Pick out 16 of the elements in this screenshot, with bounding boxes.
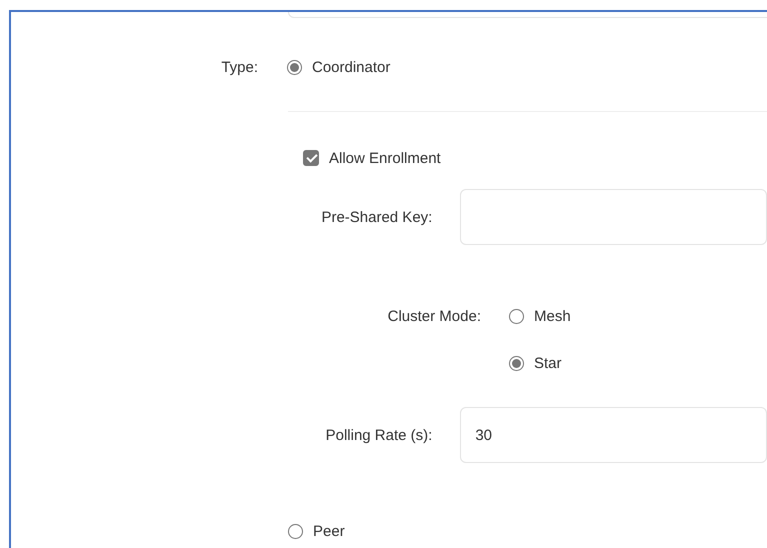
field-label: Pre-Shared Key: bbox=[321, 208, 432, 226]
radio-label[interactable]: Mesh bbox=[534, 308, 571, 324]
radio-button[interactable] bbox=[509, 308, 524, 324]
input-field[interactable] bbox=[460, 189, 767, 245]
radio-button[interactable] bbox=[509, 356, 524, 370]
checkbox[interactable] bbox=[303, 150, 319, 166]
field-label: Type: bbox=[221, 58, 258, 76]
field-label: Cluster Mode: bbox=[388, 308, 481, 324]
radio-label[interactable]: Coordinator bbox=[312, 58, 390, 76]
field-label: Polling Rate (s): bbox=[326, 426, 432, 444]
checkbox-label[interactable]: Allow Enrollment bbox=[329, 150, 441, 166]
radio-button[interactable] bbox=[288, 524, 303, 538]
radio-label[interactable]: Peer bbox=[313, 522, 345, 540]
input-field[interactable]: 30 bbox=[460, 407, 767, 463]
radio-label[interactable]: Star bbox=[534, 354, 562, 372]
radio-button[interactable] bbox=[287, 60, 302, 74]
